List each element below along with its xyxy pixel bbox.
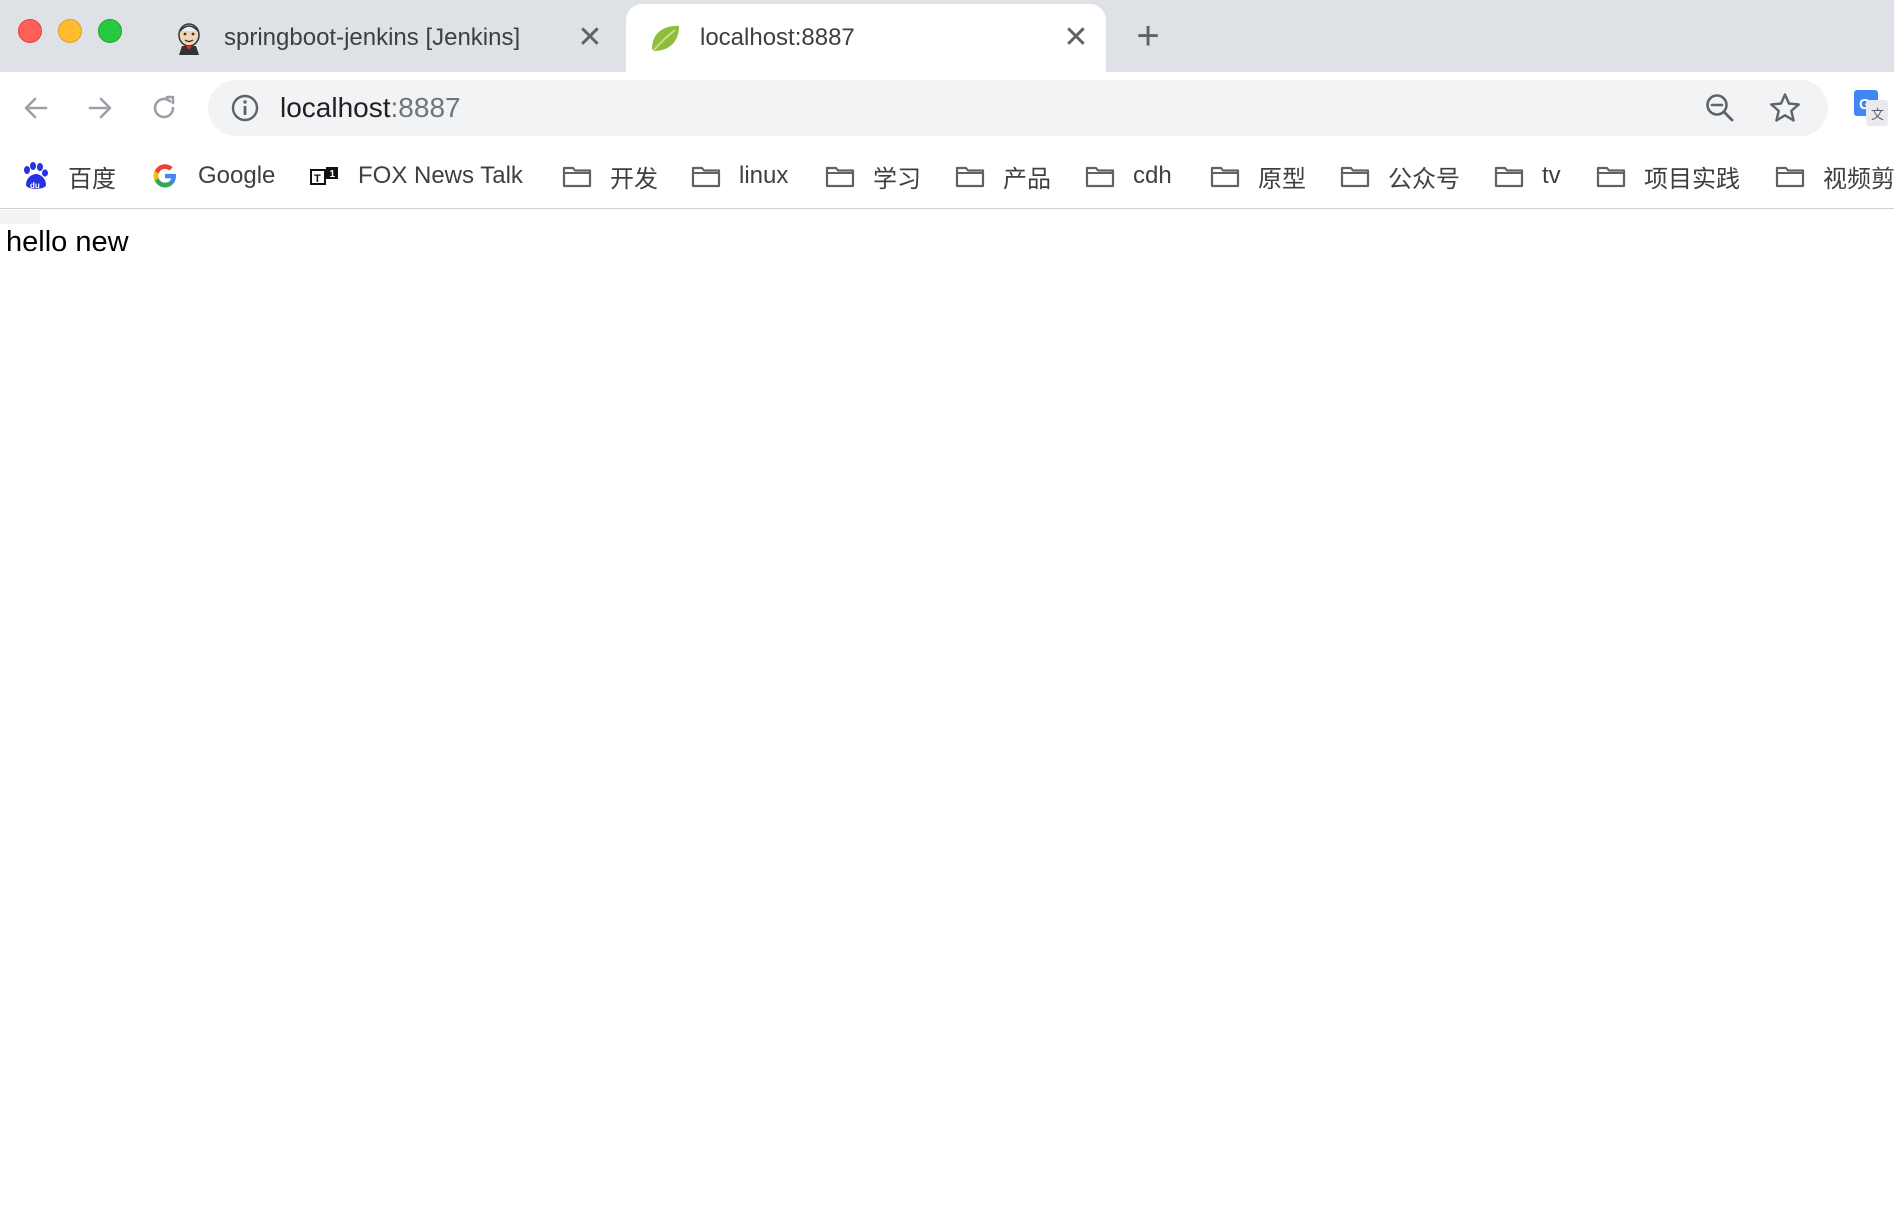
folder-icon [1085, 166, 1115, 188]
tab-close-icon[interactable]: ✕ [1058, 20, 1094, 56]
browser-toolbar: localhost:8887 G 文 [0, 72, 1894, 144]
jenkins-icon [178, 23, 200, 55]
zoom-out-icon[interactable] [1704, 92, 1736, 124]
folder-icon [1210, 166, 1240, 188]
bookmark-baidu[interactable]: du 百度 [20, 144, 116, 208]
svg-text:文: 文 [1871, 108, 1884, 123]
url-text[interactable]: localhost:8887 [280, 92, 461, 124]
folder-icon [825, 166, 855, 188]
bookmark-folder-linux[interactable]: linux [691, 144, 788, 208]
url-host: localhost [280, 92, 391, 123]
bookmark-folder-yuanxing[interactable]: 原型 [1210, 144, 1306, 208]
page-content: hello new [0, 210, 1894, 1218]
bookmark-label: Google [198, 162, 276, 189]
svg-text:du: du [30, 181, 40, 190]
bookmark-folder-kaifa[interactable]: 开发 [562, 144, 658, 208]
folder-icon [1596, 166, 1626, 188]
arrow-left-icon [24, 97, 48, 119]
bookmark-folder-gongzhonghao[interactable]: 公众号 [1340, 144, 1460, 208]
bookmark-folder-xuexi[interactable]: 学习 [825, 144, 921, 208]
bookmark-label: FOX News Talk [358, 162, 523, 189]
google-icon [153, 164, 176, 188]
page-corner-shade [0, 210, 40, 224]
spring-leaf-icon [652, 25, 679, 51]
folder-icon [562, 166, 592, 188]
bookmark-label: 产品 [1003, 165, 1051, 193]
bookmark-folder-tv[interactable]: tv [1494, 144, 1561, 208]
address-bar[interactable]: localhost:8887 [208, 80, 1828, 136]
tab-localhost[interactable]: localhost:8887 ✕ [626, 4, 1106, 72]
bookmark-label: 学习 [873, 165, 921, 193]
info-icon[interactable] [230, 93, 260, 123]
reload-button[interactable] [140, 84, 188, 132]
svg-text:T: T [314, 173, 321, 185]
bookmark-google[interactable]: Google [150, 144, 275, 208]
reload-icon [153, 95, 175, 119]
tab-strip: springboot-jenkins [Jenkins] ✕ localhost… [0, 0, 1894, 72]
folder-icon [955, 166, 985, 188]
tab-title: springboot-jenkins [Jenkins] [224, 24, 521, 51]
forward-button[interactable] [76, 84, 124, 132]
bookmark-label: 公众号 [1388, 165, 1460, 193]
folder-icon [1340, 166, 1370, 188]
folder-icon [1775, 166, 1805, 188]
bookmark-folder-shipinjian[interactable]: 视频剪 [1775, 144, 1894, 208]
folder-icon [1494, 166, 1524, 188]
fox-news-talk-icon: T 1 [310, 167, 338, 185]
bookmark-label: tv [1542, 162, 1561, 189]
tab-close-icon[interactable]: ✕ [572, 20, 608, 56]
bookmark-label: linux [739, 162, 789, 189]
page-body-text: hello new [6, 226, 129, 258]
folder-icon [691, 166, 721, 188]
new-tab-button[interactable]: + [1130, 16, 1166, 56]
bookmark-star-icon[interactable] [1768, 91, 1802, 125]
bookmark-label: 原型 [1258, 165, 1306, 193]
bookmark-label: 视频剪 [1823, 165, 1894, 193]
bookmark-folder-xiangmushijian[interactable]: 项目实践 [1596, 144, 1740, 208]
baidu-icon: du [24, 162, 48, 190]
svg-text:1: 1 [330, 169, 336, 180]
bookmark-fox-news-talk[interactable]: T 1 FOX News Talk [310, 144, 523, 208]
window-maximize-button[interactable] [98, 19, 122, 43]
bookmark-folder-cdh[interactable]: cdh [1085, 144, 1172, 208]
bookmark-folder-chanpin[interactable]: 产品 [955, 144, 1051, 208]
tab-jenkins[interactable]: springboot-jenkins [Jenkins] ✕ [160, 4, 620, 72]
window-close-button[interactable] [18, 19, 42, 43]
google-translate-icon[interactable]: G 文 [1854, 90, 1888, 126]
bookmark-label: 百度 [68, 165, 116, 193]
window-minimize-button[interactable] [58, 19, 82, 43]
bookmark-label: cdh [1133, 162, 1172, 189]
url-port: :8887 [390, 92, 461, 123]
bookmark-label: 项目实践 [1644, 165, 1740, 193]
back-button[interactable] [12, 84, 60, 132]
arrow-right-icon [88, 97, 112, 119]
tab-title: localhost:8887 [700, 24, 855, 51]
bookmarks-bar: du 百度 Google T 1 FOX News Talk 开发 linux … [0, 144, 1894, 209]
bookmark-label: 开发 [610, 165, 658, 193]
